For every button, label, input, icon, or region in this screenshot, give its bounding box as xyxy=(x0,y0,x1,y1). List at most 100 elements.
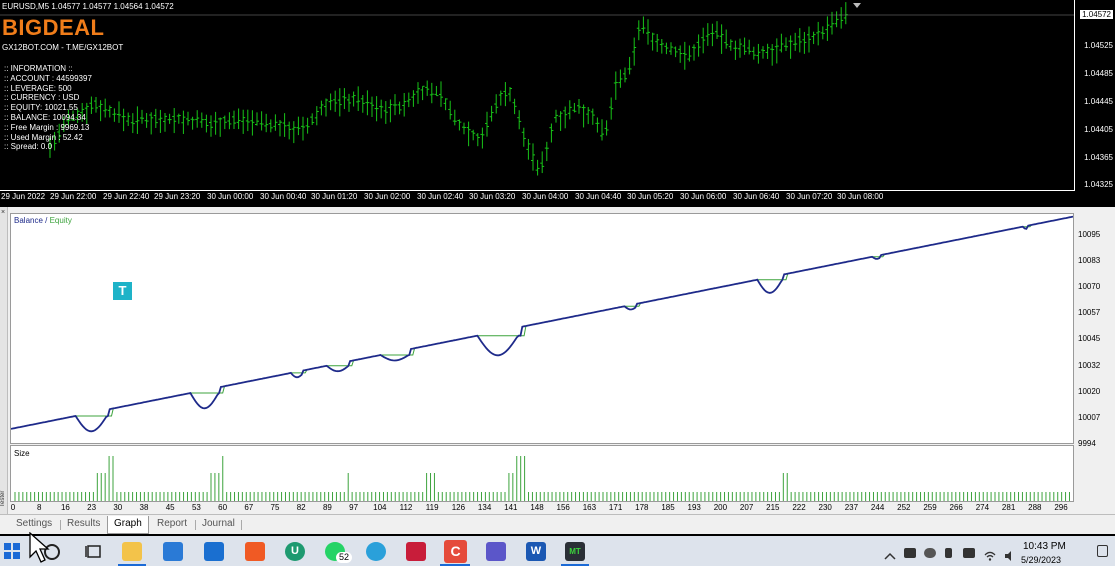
task-view-icon[interactable] xyxy=(84,542,104,561)
price-scale-line xyxy=(1074,0,1075,191)
y-axis-label: 10007 xyxy=(1078,413,1101,422)
close-icon[interactable]: × xyxy=(1,209,5,216)
strategy-tester-panel: × Tester Balance / Equity Size xyxy=(0,207,1115,534)
tab-results[interactable]: Results xyxy=(61,516,106,534)
x-axis-label: 38 xyxy=(139,503,149,512)
x-axis-label: 252 xyxy=(897,503,911,512)
info-line: :: EQUITY: 10021.55 xyxy=(4,103,78,113)
x-axis-label: 215 xyxy=(766,503,780,512)
brand-logo: BIGDEAL xyxy=(2,15,105,40)
mt4-glyph: MT xyxy=(569,547,581,556)
t-icon[interactable]: T xyxy=(113,282,132,300)
x-axis-label: 30 xyxy=(113,503,123,512)
metatrader-icon[interactable]: MT xyxy=(565,542,585,561)
mail-icon[interactable] xyxy=(204,542,224,561)
time-label: 29 Jun 22:00 xyxy=(50,192,97,201)
y-axis-label: 10095 xyxy=(1078,230,1101,239)
price-level-label: 1.04365 xyxy=(1084,153,1113,162)
clock-date[interactable]: 5/29/2023 xyxy=(1021,555,1061,565)
telegram-icon[interactable] xyxy=(366,542,386,561)
x-axis-label: 0 xyxy=(10,503,16,512)
notification-icon[interactable] xyxy=(1097,545,1108,557)
camtasia-icon[interactable]: C xyxy=(444,540,467,563)
x-axis-label: 296 xyxy=(1054,503,1068,512)
trade-size-chart[interactable]: Size xyxy=(10,445,1074,502)
price-chart[interactable]: EURUSD,M5 1.04577 1.04577 1.04564 1.0457… xyxy=(0,0,1115,207)
tester-sidebar-label: Tester xyxy=(0,490,6,507)
time-label: 30 Jun 02:40 xyxy=(417,192,464,201)
wifi-icon[interactable] xyxy=(984,548,996,561)
x-axis-label: 230 xyxy=(818,503,832,512)
time-label: 30 Jun 08:00 xyxy=(837,192,884,201)
x-axis-label: 112 xyxy=(399,503,413,512)
x-axis-label: 67 xyxy=(244,503,254,512)
mt4-strategy-tester-window: EURUSD,M5 1.04577 1.04577 1.04564 1.0457… xyxy=(0,0,1115,566)
balance-equity-graph[interactable]: Balance / Equity xyxy=(10,213,1074,444)
word-icon[interactable]: W xyxy=(526,542,546,561)
info-line: :: INFORMATION :: xyxy=(4,64,73,73)
screen-recorder-icon[interactable] xyxy=(406,542,426,561)
x-axis-label: 178 xyxy=(635,503,649,512)
app-icon[interactable] xyxy=(486,542,506,561)
x-axis-label: 23 xyxy=(87,503,97,512)
x-axis-label: 185 xyxy=(661,503,675,512)
battery-icon[interactable] xyxy=(963,548,975,558)
y-axis-label: 10045 xyxy=(1078,334,1101,343)
x-axis-label: 104 xyxy=(373,503,387,512)
x-axis-label: 259 xyxy=(923,503,937,512)
onedrive-icon[interactable] xyxy=(924,548,936,558)
price-level-label: 1.04405 xyxy=(1084,125,1113,134)
time-label: 29 Jun 2022 xyxy=(1,192,46,201)
x-axis-label: 156 xyxy=(556,503,570,512)
microphone-icon[interactable] xyxy=(945,548,952,558)
camtasia-glyph: C xyxy=(450,543,461,559)
x-axis-label: 163 xyxy=(582,503,597,512)
upwork-glyph: U xyxy=(291,545,299,557)
time-label: 29 Jun 22:40 xyxy=(103,192,150,201)
x-axis-label: 148 xyxy=(530,503,544,512)
y-axis-label: 10057 xyxy=(1078,308,1101,317)
time-label: 30 Jun 06:00 xyxy=(680,192,727,201)
time-label: 30 Jun 06:40 xyxy=(733,192,780,201)
tester-tabs: Settings Results Graph Report Journal xyxy=(0,514,1115,534)
x-axis-label: 222 xyxy=(792,503,806,512)
y-axis-label: 9994 xyxy=(1078,439,1096,448)
x-axis-label: 53 xyxy=(191,503,201,512)
time-label: 30 Jun 03:20 xyxy=(469,192,516,201)
tab-report[interactable]: Report xyxy=(151,516,193,534)
word-glyph: W xyxy=(530,545,542,557)
chevron-up-icon[interactable] xyxy=(884,548,896,560)
chart-shift-marker[interactable] xyxy=(853,3,861,8)
microsoft-store-icon[interactable] xyxy=(163,542,183,561)
info-line: :: CURRENCY : USD xyxy=(4,93,80,103)
file-explorer-icon[interactable] xyxy=(122,542,142,561)
x-axis-label: 97 xyxy=(349,503,359,512)
time-label: 30 Jun 07:20 xyxy=(786,192,833,201)
windows-start-icon[interactable] xyxy=(4,543,21,560)
price-level-label: 1.04325 xyxy=(1084,180,1113,189)
clock-time[interactable]: 10:43 PM xyxy=(1023,541,1066,552)
info-line: :: Used Margin : 52.42 xyxy=(4,132,83,142)
time-label: 30 Jun 02:00 xyxy=(364,192,411,201)
x-axis-label: 288 xyxy=(1028,503,1042,512)
y-axis-label: 10032 xyxy=(1078,361,1101,370)
symbol-header: EURUSD,M5 1.04577 1.04577 1.04564 1.0457… xyxy=(2,2,174,11)
x-axis-label: 237 xyxy=(844,503,859,512)
info-line: :: Free Margin : 9969.13 xyxy=(4,122,90,132)
x-axis-label: 126 xyxy=(451,503,466,512)
brave-browser-icon[interactable] xyxy=(245,542,265,561)
upwork-icon[interactable]: U xyxy=(285,542,305,561)
x-axis-label: 207 xyxy=(739,503,754,512)
x-axis-label: 119 xyxy=(425,503,439,512)
tester-sidebar[interactable]: × Tester xyxy=(0,207,8,534)
time-label: 30 Jun 01:20 xyxy=(311,192,358,201)
y-axis-label: 10020 xyxy=(1078,387,1101,396)
mouse-cursor xyxy=(29,532,50,563)
balance-line xyxy=(11,215,1073,433)
tab-separator xyxy=(241,520,242,530)
tab-graph[interactable]: Graph xyxy=(107,516,149,534)
meet-now-icon[interactable] xyxy=(904,548,916,558)
tab-journal[interactable]: Journal xyxy=(196,516,241,534)
volume-icon[interactable] xyxy=(1004,548,1016,561)
x-axis-label: 82 xyxy=(296,503,306,512)
